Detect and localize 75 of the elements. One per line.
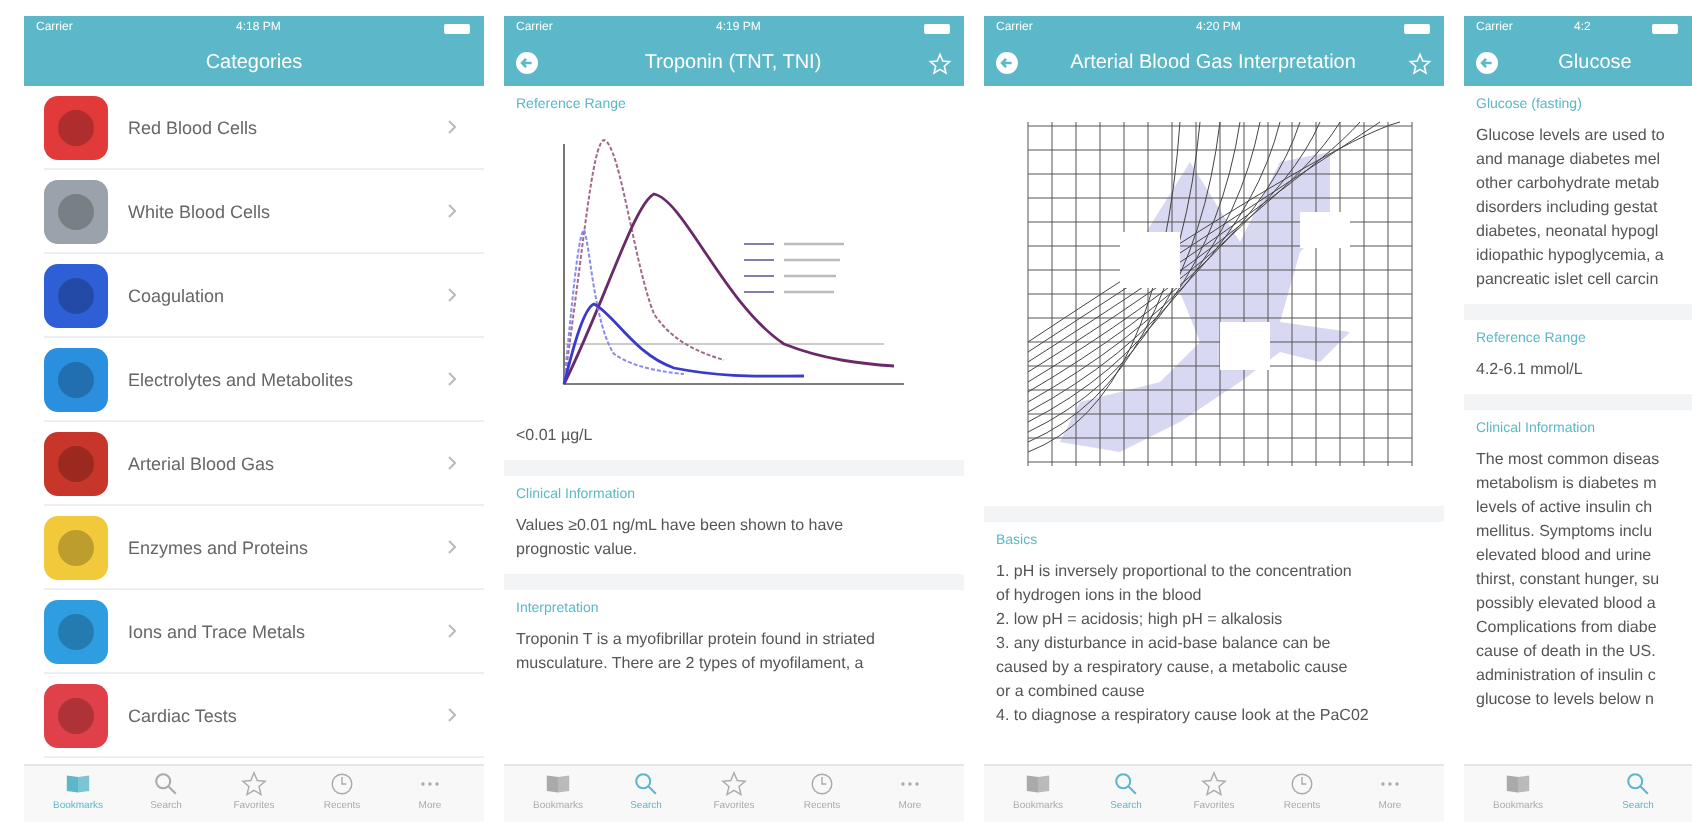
screen-title: Glucose bbox=[1556, 52, 1634, 74]
body-text: of hydrogen ions in the blood bbox=[996, 584, 1204, 608]
category-row[interactable]: White Blood Cells bbox=[44, 170, 484, 254]
chevron-icon bbox=[448, 540, 456, 554]
body-text: other carbohydrate metab bbox=[1476, 172, 1662, 196]
body-text: 3. any disturbance in acid-base balance can be bbox=[996, 632, 1333, 656]
category-row[interactable]: Electrolytes and Metabolites bbox=[44, 338, 484, 422]
book-icon bbox=[64, 770, 92, 798]
back-button[interactable] bbox=[516, 52, 538, 74]
chevron-icon bbox=[448, 624, 456, 638]
body-text: administration of insulin c bbox=[1476, 664, 1658, 688]
search-icon bbox=[632, 770, 660, 798]
battery-icon bbox=[443, 23, 472, 33]
category-row[interactable]: Ions and Trace Metals bbox=[44, 590, 484, 674]
category-row[interactable]: Cardiac Tests bbox=[44, 674, 484, 758]
body-text: caused by a respiratory cause, a metabolic cause bbox=[996, 656, 1350, 680]
favorite-star-button[interactable] bbox=[928, 51, 952, 75]
body-text: diabetes, neonatal hypogl bbox=[1476, 220, 1661, 244]
chevron-icon bbox=[448, 372, 456, 386]
book-icon bbox=[1024, 770, 1052, 798]
book-icon bbox=[544, 770, 572, 798]
screen-title: Arterial Blood Gas Interpretation bbox=[1068, 52, 1358, 74]
search-icon bbox=[1624, 770, 1652, 798]
screen-title: Categories bbox=[203, 52, 305, 74]
clock-icon bbox=[328, 770, 356, 798]
battery-icon bbox=[1652, 23, 1680, 33]
body-text: prognostic value. bbox=[516, 538, 639, 562]
back-button[interactable] bbox=[1476, 52, 1498, 74]
chevron-icon bbox=[448, 204, 456, 218]
search-icon bbox=[1112, 770, 1140, 798]
star-icon bbox=[720, 770, 748, 798]
body-text: <0.01 µg/L bbox=[516, 424, 595, 448]
body-text: 4. to diagnose a respiratory cause look at the PaC02 bbox=[996, 704, 1371, 728]
body-text: and manage diabetes mel bbox=[1476, 148, 1663, 172]
body-text: thirst, constant hunger, su bbox=[1476, 568, 1662, 592]
battery-icon bbox=[1403, 23, 1432, 33]
body-text: idiopathic hypoglycemia, a bbox=[1476, 244, 1666, 268]
star-icon bbox=[240, 770, 268, 798]
body-text: Values ≥0.01 ng/mL have been shown to have bbox=[516, 514, 846, 538]
chevron-icon bbox=[448, 288, 456, 302]
body-text: pancreatic islet cell carcin bbox=[1476, 268, 1661, 292]
category-row[interactable]: Red Blood Cells bbox=[44, 86, 484, 170]
body-text: 2. low pH = acidosis; high pH = alkalosis bbox=[996, 608, 1285, 632]
battery-icon bbox=[923, 23, 952, 33]
legend-drawing bbox=[743, 242, 846, 294]
clock-icon bbox=[808, 770, 836, 798]
clock-icon bbox=[1288, 770, 1316, 798]
category-row[interactable]: Enzymes and Proteins bbox=[44, 506, 484, 590]
category-row[interactable]: Arterial Blood Gas bbox=[44, 422, 484, 506]
body-text: mellitus. Symptoms inclu bbox=[1476, 520, 1655, 544]
chevron-icon bbox=[448, 120, 456, 134]
body-text: cause of death in the US. bbox=[1476, 640, 1658, 664]
chevron-icon bbox=[448, 456, 456, 470]
body-text: 4.2-6.1 mmol/L bbox=[1476, 358, 1585, 382]
body-text: possibly elevated blood a bbox=[1476, 592, 1658, 616]
back-button[interactable] bbox=[996, 52, 1018, 74]
body-text: levels of active insulin ch bbox=[1476, 496, 1655, 520]
favorite-star-button[interactable] bbox=[1408, 51, 1432, 75]
body-text: Glucose levels are used to bbox=[1476, 124, 1667, 148]
chevron-icon bbox=[448, 708, 456, 722]
body-text: Complications from diabe bbox=[1476, 616, 1659, 640]
body-text: elevated blood and urine bbox=[1476, 544, 1654, 568]
body-text: or a combined cause bbox=[996, 680, 1147, 704]
category-row[interactable]: Coagulation bbox=[44, 254, 484, 338]
body-text: disorders including gestat bbox=[1476, 196, 1660, 220]
star-icon bbox=[1200, 770, 1228, 798]
body-text: The most common diseas bbox=[1476, 448, 1662, 472]
book-icon bbox=[1504, 770, 1532, 798]
body-text: glucose to levels below n bbox=[1476, 688, 1656, 712]
body-text: Troponin T is a myofibrillar protein found in striated bbox=[516, 628, 877, 652]
body-text: 1. pH is inversely proportional to the concentration bbox=[996, 560, 1354, 584]
body-text: musculature. There are 2 types of myofilament, a bbox=[516, 652, 866, 676]
search-icon bbox=[152, 770, 180, 798]
body-text: metabolism is diabetes m bbox=[1476, 472, 1659, 496]
screen-title: Troponin (TNT, TNI) bbox=[642, 52, 824, 74]
